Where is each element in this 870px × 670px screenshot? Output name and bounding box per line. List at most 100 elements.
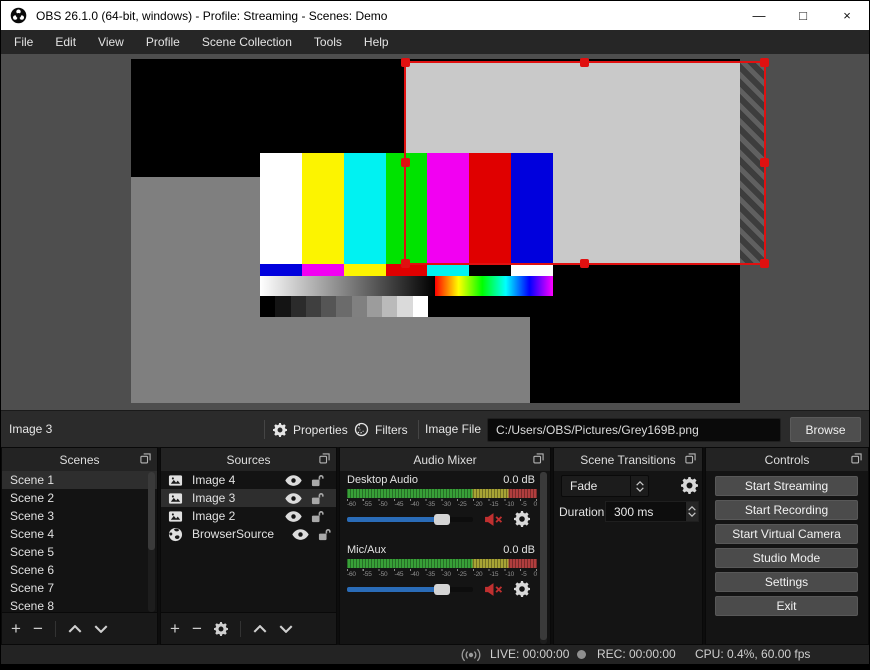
scale-tick-label: -55 [362, 571, 372, 578]
selection-handle[interactable] [401, 158, 410, 167]
image-source-icon [168, 509, 183, 524]
volume-slider[interactable] [347, 513, 473, 525]
scene-list-item[interactable]: Scene 4 [2, 525, 157, 543]
scene-list-item[interactable]: Scene 7 [2, 579, 157, 597]
selection-handle[interactable] [760, 58, 769, 67]
title-bar: OBS 26.1.0 (64-bit, windows) - Profile: … [1, 1, 869, 30]
scene-list-item[interactable]: Scene 1 [2, 471, 157, 489]
audio-mixer-header[interactable]: Audio Mixer [340, 448, 550, 471]
add-scene-button[interactable]: + [11, 620, 21, 637]
selection-handle[interactable] [580, 58, 589, 67]
selection-handle[interactable] [760, 158, 769, 167]
control-button[interactable]: Start Virtual Camera [715, 524, 858, 544]
selection-handle[interactable] [760, 259, 769, 268]
control-button[interactable]: Start Recording [715, 500, 858, 520]
move-source-up-button[interactable] [253, 625, 267, 633]
source-list-item[interactable]: BrowserSource [161, 525, 336, 543]
combo-spinner[interactable] [630, 476, 648, 496]
transition-select[interactable]: Fade [561, 475, 649, 497]
unlock-icon[interactable] [311, 492, 324, 505]
remove-scene-button[interactable]: − [33, 620, 43, 637]
move-scene-down-button[interactable] [94, 625, 108, 633]
visibility-eye-icon[interactable] [285, 475, 302, 486]
controls-header[interactable]: Controls [706, 448, 868, 471]
rainbow-gradient [435, 276, 553, 296]
menu-item[interactable]: View [87, 30, 135, 54]
move-source-down-button[interactable] [279, 625, 293, 633]
status-bar: LIVE: 00:00:00 REC: 00:00:00 CPU: 0.4%, … [1, 645, 869, 664]
selection-box[interactable] [401, 58, 769, 268]
mute-speaker-icon[interactable] [484, 512, 503, 527]
scene-list-item[interactable]: Scene 6 [2, 561, 157, 579]
menu-item[interactable]: Tools [303, 30, 353, 54]
scenes-toolbar: + − [2, 612, 157, 644]
image-file-path-input[interactable] [487, 418, 781, 442]
preview-area[interactable] [1, 54, 869, 410]
menu-item[interactable]: Edit [44, 30, 87, 54]
popout-icon[interactable] [685, 453, 696, 464]
mixer-scrollbar[interactable] [540, 472, 547, 644]
scene-transitions-body: Fade Duration 300 ms [554, 471, 702, 644]
scene-list-item[interactable]: Scene 8 [2, 597, 157, 612]
maximize-button[interactable]: □ [781, 1, 825, 30]
selection-handle[interactable] [401, 58, 410, 67]
scenes-panel: Scenes Scene 1 Scene 2 Scene 3 Scene 4 Scene… [1, 447, 158, 645]
scene-transitions-header[interactable]: Scene Transitions [554, 448, 702, 471]
scenes-scrollbar[interactable] [148, 472, 155, 612]
menu-item[interactable]: Help [353, 30, 400, 54]
browse-button[interactable]: Browse [790, 417, 861, 442]
properties-button[interactable]: Properties [273, 411, 348, 448]
gray-step [336, 296, 352, 317]
source-properties-button[interactable] [214, 622, 228, 636]
transition-gear-icon[interactable] [681, 477, 698, 494]
scene-list-item[interactable]: Scene 2 [2, 489, 157, 507]
spinbox-arrows[interactable] [685, 502, 698, 521]
mute-speaker-icon[interactable] [484, 582, 503, 597]
gray-step [397, 296, 413, 317]
chevron-down-icon [636, 487, 644, 492]
source-list-item[interactable]: Image 2 [161, 507, 336, 525]
visibility-eye-icon[interactable] [285, 511, 302, 522]
popout-icon[interactable] [319, 453, 330, 464]
menu-item[interactable]: Scene Collection [191, 30, 303, 54]
unlock-icon[interactable] [311, 474, 324, 487]
control-button[interactable]: Studio Mode [715, 548, 858, 568]
gear-icon[interactable] [514, 581, 530, 597]
move-scene-up-button[interactable] [68, 625, 82, 633]
menu-item[interactable]: File [3, 30, 44, 54]
scale-tick-label: -40 [410, 571, 420, 578]
source-list-item[interactable]: Image 3 [161, 489, 336, 507]
visibility-eye-icon[interactable] [285, 493, 302, 504]
selection-handle[interactable] [580, 259, 589, 268]
menu-bar: File Edit View Profile Scene Collection Tools… [1, 30, 869, 54]
menu-item[interactable]: Profile [135, 30, 191, 54]
remove-source-button[interactable]: − [192, 620, 202, 637]
selection-handle[interactable] [401, 259, 410, 268]
minimize-button[interactable]: — [737, 1, 781, 30]
slider-knob[interactable] [433, 583, 450, 595]
add-source-button[interactable]: + [170, 620, 180, 637]
control-button[interactable]: Settings [715, 572, 858, 592]
gear-icon[interactable] [514, 511, 530, 527]
small-color-bar [469, 264, 512, 276]
slider-knob[interactable] [433, 513, 450, 525]
popout-icon[interactable] [533, 453, 544, 464]
volume-slider[interactable] [347, 583, 473, 595]
scale-tick-label: -40 [410, 501, 420, 508]
popout-icon[interactable] [851, 453, 862, 464]
sources-header[interactable]: Sources [161, 448, 336, 471]
unlock-icon[interactable] [311, 510, 324, 523]
popout-icon[interactable] [140, 453, 151, 464]
scenes-header[interactable]: Scenes [2, 448, 157, 471]
source-list-item[interactable]: Image 4 [161, 471, 336, 489]
control-button[interactable]: Exit [715, 596, 858, 616]
control-button[interactable]: Start Streaming [715, 476, 858, 496]
unlock-icon[interactable] [318, 528, 331, 541]
scene-list-item[interactable]: Scene 3 [2, 507, 157, 525]
filters-button[interactable]: Filters [354, 411, 408, 448]
scene-list-item[interactable]: Scene 5 [2, 543, 157, 561]
channel-name: Mic/Aux [347, 544, 387, 556]
visibility-eye-icon[interactable] [292, 529, 309, 540]
close-button[interactable]: × [825, 1, 869, 30]
duration-spinbox[interactable]: 300 ms [605, 501, 699, 522]
